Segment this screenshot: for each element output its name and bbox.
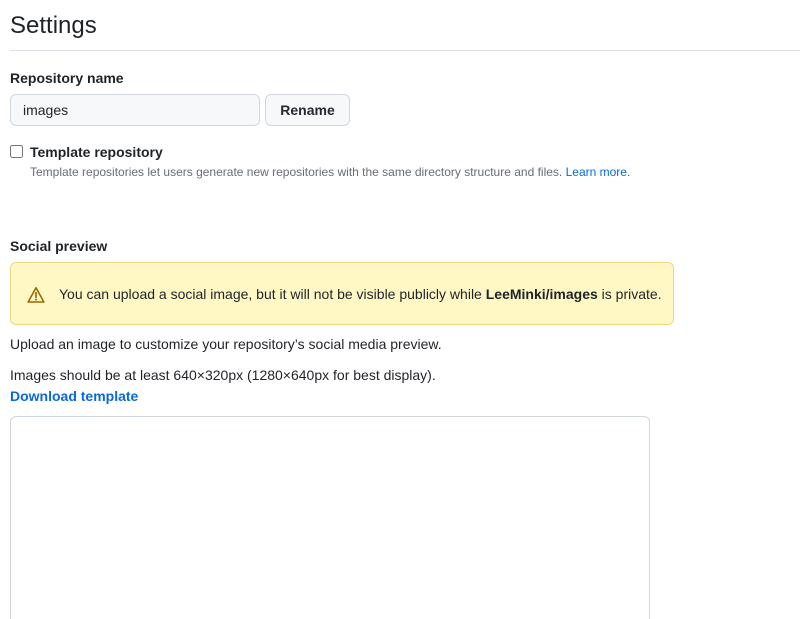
title-divider — [10, 50, 800, 51]
social-preview-heading: Social preview — [10, 238, 108, 254]
alert-triangle-icon — [27, 287, 45, 303]
repository-name-input[interactable] — [10, 94, 260, 126]
private-repo-warning: You can upload a social image, but it wi… — [10, 262, 674, 325]
warning-text-after: is private. — [597, 286, 662, 302]
warning-message: You can upload a social image, but it wi… — [59, 284, 662, 304]
template-repository-checkbox[interactable] — [10, 145, 23, 158]
rename-button[interactable]: Rename — [265, 94, 350, 126]
image-size-note: Images should be at least 640×320px (128… — [10, 367, 436, 383]
learn-more-link[interactable]: Learn more. — [566, 165, 631, 179]
download-template-link[interactable]: Download template — [10, 386, 138, 406]
template-description-text: Template repositories let users generate… — [30, 165, 566, 179]
template-repository-label[interactable]: Template repository — [30, 142, 163, 162]
social-preview-image-box[interactable] — [10, 416, 650, 619]
page-title: Settings — [10, 12, 97, 39]
upload-instructions: Upload an image to customize your reposi… — [10, 336, 442, 352]
repository-name-label: Repository name — [10, 70, 124, 86]
warning-text-before: You can upload a social image, but it wi… — [59, 286, 486, 302]
settings-page: Settings Repository name Rename Template… — [0, 0, 800, 619]
warning-repo-name: LeeMinki/images — [485, 286, 598, 302]
template-repository-description: Template repositories let users generate… — [30, 163, 630, 181]
